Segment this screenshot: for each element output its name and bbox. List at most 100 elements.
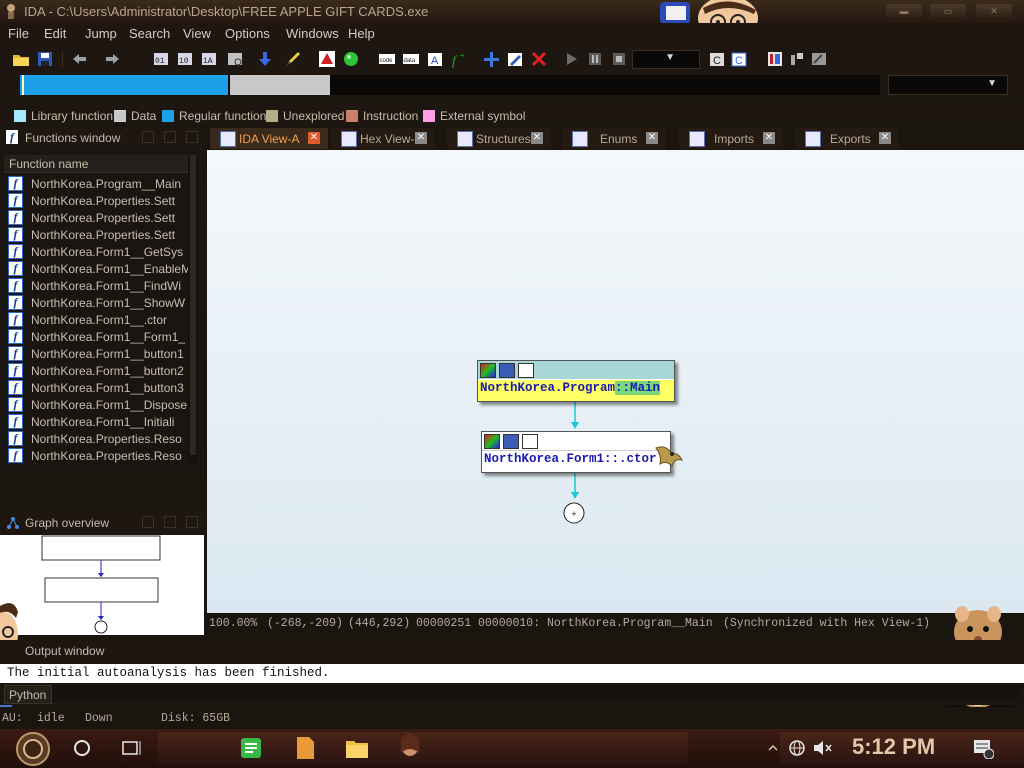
delete-x-icon[interactable]	[530, 50, 548, 68]
function-row[interactable]: f NorthKorea.Form1__EnableM	[8, 261, 188, 278]
highlighter-icon[interactable]	[284, 50, 302, 68]
tab-exports[interactable]: Exports ✕	[795, 128, 899, 149]
network-globe-icon[interactable]	[788, 739, 806, 757]
tab-hex-view-1[interactable]: Hex View-1 ✕	[331, 128, 435, 149]
function-row[interactable]: f NorthKorea.Form1__button1	[8, 346, 188, 363]
tools-icon[interactable]	[810, 50, 828, 68]
close-tab-icon[interactable]: ✕	[531, 132, 543, 144]
start-button-icon[interactable]	[14, 731, 52, 767]
pin-window-icon[interactable]	[164, 516, 176, 528]
menu-jump[interactable]: Jump	[85, 26, 117, 41]
output-window[interactable]: The initial autoanalysis has been finish…	[0, 664, 1024, 683]
back-arrow-icon[interactable]	[70, 50, 88, 68]
graph-overview[interactable]	[0, 535, 204, 635]
graph-node-form1-ctor[interactable]: NorthKorea.Form1::.ctor	[481, 431, 671, 473]
menu-search[interactable]: Search	[129, 26, 170, 41]
notifications-icon[interactable]	[972, 737, 994, 759]
node-label[interactable]: NorthKorea.Program::Main	[480, 381, 661, 395]
menu-windows[interactable]: Windows	[286, 26, 339, 41]
interpreter-select[interactable]: Python	[4, 685, 52, 704]
close-tab-icon[interactable]: ✕	[879, 132, 891, 144]
float-window-icon[interactable]	[142, 131, 154, 143]
function-row[interactable]: f NorthKorea.Form1__Initiali	[8, 414, 188, 431]
data-icon[interactable]: data	[402, 50, 420, 68]
debug-c-icon[interactable]: C	[708, 50, 726, 68]
function-row[interactable]: f NorthKorea.Form1__.ctor	[8, 312, 188, 329]
menu-file[interactable]: File	[8, 26, 29, 41]
node-color-icon[interactable]	[484, 434, 500, 449]
document-app-icon[interactable]	[294, 736, 316, 760]
node-group-icon[interactable]	[522, 434, 538, 449]
node-color-icon[interactable]	[480, 363, 496, 378]
minimize-button[interactable]: ▬	[886, 4, 922, 18]
edit-icon[interactable]	[506, 50, 524, 68]
close-window-icon[interactable]	[186, 516, 198, 528]
tab-imports[interactable]: Imports ✕	[679, 128, 783, 149]
text-search-icon[interactable]	[226, 50, 244, 68]
functions-scrollbar[interactable]	[188, 155, 198, 463]
function-row[interactable]: f NorthKorea.Properties.Sett	[8, 227, 188, 244]
segment-select[interactable]: ▼	[888, 75, 1008, 95]
tab-enums[interactable]: Enums ✕	[562, 128, 666, 149]
save-icon[interactable]	[36, 50, 54, 68]
menu-edit[interactable]: Edit	[44, 26, 66, 41]
close-tab-icon[interactable]: ✕	[308, 132, 320, 144]
tab-structures[interactable]: Structures ✕	[447, 128, 551, 149]
function-row[interactable]: f NorthKorea.Form1__button2	[8, 363, 188, 380]
close-button[interactable]: ✕	[976, 4, 1012, 18]
menu-help[interactable]: Help	[348, 26, 375, 41]
volume-muted-icon[interactable]	[812, 739, 832, 757]
function-row[interactable]: f NorthKorea.Form1__FindWi	[8, 278, 188, 295]
task-view-icon[interactable]	[120, 738, 142, 758]
taskbar-clock[interactable]: 5:12 PM	[852, 734, 935, 760]
forward-arrow-icon[interactable]	[104, 50, 122, 68]
close-tab-icon[interactable]: ✕	[763, 132, 775, 144]
close-tab-icon[interactable]: ✕	[646, 132, 658, 144]
function-row[interactable]: f NorthKorea.Form1__button3	[8, 380, 188, 397]
function-row[interactable]: f NorthKorea.Form1__GetSys	[8, 244, 188, 261]
function-row[interactable]: f NorthKorea.Form1__Dispose	[8, 397, 188, 414]
notes-app-icon[interactable]	[240, 737, 262, 759]
float-window-icon[interactable]	[142, 516, 154, 528]
navigation-band[interactable]: ▼	[0, 73, 1024, 98]
stop-icon[interactable]	[610, 50, 628, 68]
cortana-circle-icon[interactable]	[72, 738, 92, 758]
function-row[interactable]: f NorthKorea.Properties.Reso	[8, 448, 188, 465]
menu-options[interactable]: Options	[225, 26, 270, 41]
close-tab-icon[interactable]: ✕	[415, 132, 427, 144]
function-row[interactable]: f NorthKorea.Form1__ShowW	[8, 295, 188, 312]
function-row[interactable]: f NorthKorea.Properties.Reso	[8, 431, 188, 448]
function-row[interactable]: f NorthKorea.Properties.Sett	[8, 193, 188, 210]
function-add-icon[interactable]: f +	[450, 50, 468, 68]
function-row[interactable]: f NorthKorea.Properties.Sett	[8, 210, 188, 227]
maximize-button[interactable]: ▭	[930, 4, 966, 18]
function-row[interactable]: f NorthKorea.Program__Main	[8, 176, 188, 193]
pin-window-icon[interactable]	[164, 131, 176, 143]
warning-triangle-icon[interactable]	[318, 50, 336, 68]
binary-data-icon[interactable]: 10	[176, 50, 194, 68]
hex-view-icon[interactable]: 1A	[200, 50, 218, 68]
graph-node-program-main[interactable]: NorthKorea.Program::Main	[477, 360, 675, 402]
node-rename-icon[interactable]	[503, 434, 519, 449]
function-name-column-header[interactable]: Function name	[4, 155, 188, 173]
chevron-up-icon[interactable]	[768, 743, 778, 753]
download-arrow-icon[interactable]	[256, 50, 274, 68]
close-window-icon[interactable]	[186, 131, 198, 143]
green-circle-icon[interactable]	[342, 50, 360, 68]
pause-icon[interactable]	[586, 50, 604, 68]
node-group-icon[interactable]	[518, 363, 534, 378]
book-icon[interactable]	[766, 50, 784, 68]
file-explorer-icon[interactable]	[345, 737, 369, 759]
ida-graph-view[interactable]: + NorthKorea.Program::Main NorthKorea.Fo…	[207, 150, 1024, 613]
add-struct-icon[interactable]	[482, 50, 500, 68]
string-ascii-icon[interactable]: A	[426, 50, 444, 68]
plugin-icon[interactable]	[788, 50, 806, 68]
code-icon[interactable]: code	[378, 50, 396, 68]
play-icon[interactable]	[562, 50, 580, 68]
hex-binary-icon[interactable]: 01	[152, 50, 170, 68]
node-rename-icon[interactable]	[499, 363, 515, 378]
menu-view[interactable]: View	[183, 26, 211, 41]
command-input[interactable]	[52, 685, 1022, 702]
debugger-select[interactable]: ▼	[632, 50, 700, 69]
node-label[interactable]: NorthKorea.Form1::.ctor	[484, 452, 657, 466]
